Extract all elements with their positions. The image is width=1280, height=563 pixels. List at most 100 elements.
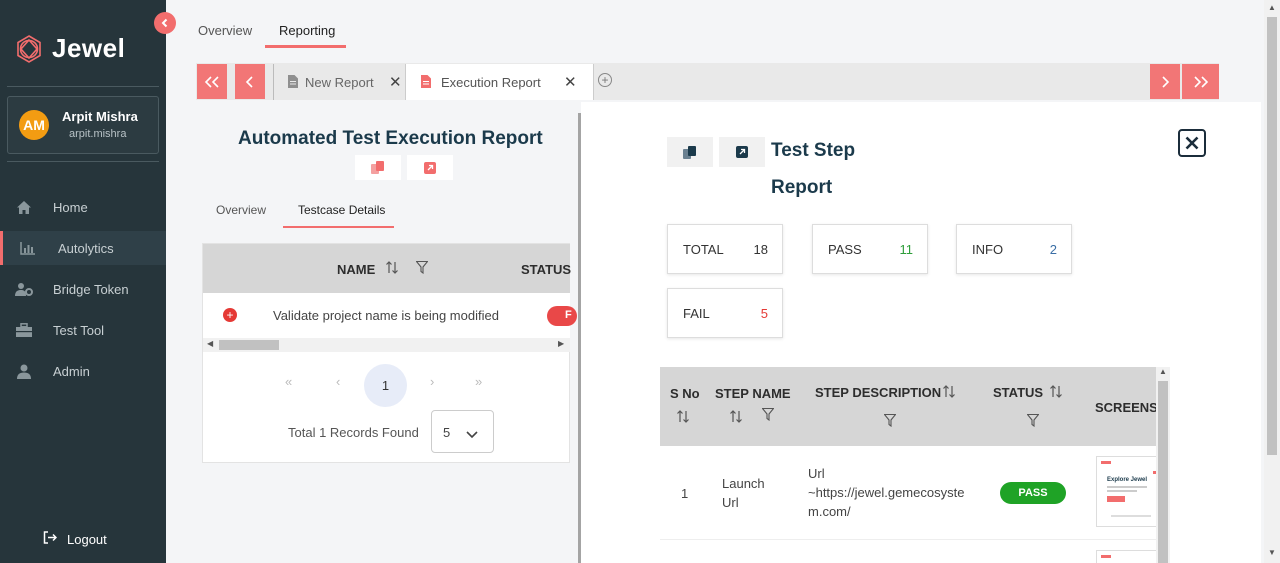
filter-icon[interactable]: [415, 260, 429, 279]
stat-label: PASS: [828, 242, 862, 257]
stat-label: TOTAL: [683, 242, 724, 257]
scroll-last-tab-button[interactable]: [1182, 64, 1219, 99]
prev-page-button[interactable]: ‹: [336, 374, 340, 389]
sort-icon[interactable]: [943, 385, 955, 403]
sidebar-item-admin[interactable]: Admin: [0, 354, 166, 388]
copy-button[interactable]: [355, 155, 401, 180]
app-logo[interactable]: Jewel: [14, 33, 125, 64]
horizontal-scrollbar[interactable]: ◀ ▶: [203, 338, 570, 352]
status-badge: PASS: [1000, 482, 1066, 504]
close-tab-icon[interactable]: ✕: [564, 73, 577, 91]
page-number-current[interactable]: 1: [364, 364, 407, 407]
open-external-button[interactable]: [719, 137, 765, 167]
column-header-status[interactable]: STATUS: [993, 385, 1043, 400]
sidebar-item-test-tool[interactable]: Test Tool: [0, 313, 166, 347]
page-size-value: 5: [443, 425, 451, 440]
filter-icon[interactable]: [761, 407, 775, 426]
step-name-line2: Url: [722, 495, 739, 510]
tab-execution-report[interactable]: Execution Report ✕: [405, 64, 594, 100]
scrollbar-thumb[interactable]: [1158, 381, 1168, 563]
copy-icon: [683, 145, 696, 159]
thumb-line: [1107, 486, 1147, 488]
sort-icon[interactable]: [386, 261, 398, 279]
column-header-sno[interactable]: S No: [670, 386, 700, 401]
home-icon: [15, 198, 33, 216]
scroll-down-arrow-icon[interactable]: ▼: [1268, 548, 1276, 557]
table-header: NAME STATUS: [203, 244, 571, 293]
jewel-logo-icon: [17, 34, 41, 63]
page-size-select[interactable]: 5: [431, 410, 494, 453]
scroll-first-tab-button[interactable]: [197, 64, 227, 99]
column-header-name[interactable]: NAME: [337, 262, 375, 277]
table-row[interactable]: [660, 539, 1157, 563]
close-panel-button[interactable]: [1178, 129, 1206, 157]
last-page-button[interactable]: »: [475, 374, 482, 389]
scrollbar-thumb[interactable]: [219, 340, 279, 350]
column-header-screenshot[interactable]: SCREENSH: [1095, 400, 1157, 415]
stat-value: 5: [760, 306, 768, 321]
copy-button[interactable]: [667, 137, 713, 167]
collapse-sidebar-button[interactable]: [154, 12, 176, 34]
subtab-testcase-details[interactable]: Testcase Details: [298, 203, 385, 217]
first-page-button[interactable]: «: [285, 374, 292, 389]
sort-icon[interactable]: [677, 410, 689, 428]
sidebar-item-label: Admin: [53, 363, 90, 379]
next-page-button[interactable]: ›: [430, 374, 434, 389]
tab-reporting[interactable]: Reporting: [279, 23, 335, 38]
column-header-step-name[interactable]: STEP NAME: [715, 386, 791, 401]
subtab-overview[interactable]: Overview: [216, 203, 266, 217]
logout-icon: [43, 531, 58, 547]
sidebar-item-bridge-token[interactable]: Bridge Token: [0, 272, 166, 306]
sidebar-item-home[interactable]: Home: [0, 190, 166, 224]
sort-icon[interactable]: [730, 410, 742, 428]
user-handle: arpit.mishra: [69, 128, 127, 140]
page-vertical-scrollbar[interactable]: ▲ ▼: [1264, 0, 1280, 563]
logout-button[interactable]: Logout: [43, 531, 107, 547]
scroll-left-arrow-icon[interactable]: ◀: [207, 339, 213, 348]
test-step-report-title-line2: Report: [771, 177, 833, 198]
scroll-up-arrow-icon[interactable]: ▲: [1159, 367, 1167, 376]
user-card[interactable]: AM Arpit Mishra arpit.mishra: [7, 96, 159, 154]
stat-label: FAIL: [683, 306, 710, 321]
sidebar-item-autolytics[interactable]: Autolytics: [0, 231, 166, 265]
tab-label: New Report: [305, 74, 374, 90]
user-name: Arpit Mishra: [62, 109, 138, 124]
table-vertical-scrollbar[interactable]: ▲: [1156, 367, 1170, 563]
logout-label: Logout: [67, 531, 107, 547]
copy-icon: [371, 161, 384, 174]
filter-icon[interactable]: [883, 413, 897, 432]
filter-icon[interactable]: [1026, 413, 1040, 432]
table-row[interactable]: 1 Launch Url Url ~https://jewel.gemecosy…: [660, 446, 1157, 539]
scroll-prev-tab-button[interactable]: [235, 64, 265, 99]
tab-new-report[interactable]: New Report ✕: [274, 64, 405, 100]
report-document-icon: [421, 75, 431, 91]
tab-overview[interactable]: Overview: [198, 23, 252, 38]
scrollbar-thumb[interactable]: [1267, 17, 1277, 455]
test-step-table: S No STEP NAME STEP DESCRIPTION STATUS S…: [660, 367, 1157, 563]
sidebar-divider: [7, 86, 159, 87]
thumb-title: Explore Jewel: [1107, 477, 1148, 483]
chevron-left-icon: [161, 18, 168, 28]
expand-row-icon[interactable]: +: [223, 308, 237, 322]
close-tab-icon[interactable]: ✕: [389, 73, 402, 91]
stat-label: INFO: [972, 242, 1004, 257]
testcase-name: Validate project name is being modified: [273, 308, 499, 323]
external-link-icon: [424, 161, 436, 174]
screenshot-thumbnail[interactable]: [1096, 550, 1157, 563]
scroll-next-tab-button[interactable]: [1150, 64, 1180, 99]
screenshot-thumbnail[interactable]: Explore Jewel: [1096, 456, 1157, 527]
sort-icon[interactable]: [1050, 385, 1062, 403]
sidebar-divider: [7, 161, 159, 162]
column-header-step-description[interactable]: STEP DESCRIPTION: [815, 385, 941, 400]
chevron-right-icon: [1162, 75, 1170, 88]
scroll-up-arrow-icon[interactable]: ▲: [1268, 3, 1276, 12]
open-external-button[interactable]: [407, 155, 453, 180]
column-header-status[interactable]: STATUS: [521, 262, 571, 277]
sidebar-item-label: Bridge Token: [53, 281, 129, 297]
table-row[interactable]: + Validate project name is being modifie…: [203, 293, 577, 338]
testcase-table: NAME STATUS + Validate project name is b…: [202, 243, 577, 463]
add-tab-icon[interactable]: +: [598, 73, 612, 87]
scroll-right-arrow-icon[interactable]: ▶: [558, 339, 564, 348]
close-icon: [1185, 136, 1199, 150]
thumb-line: [1107, 490, 1137, 492]
